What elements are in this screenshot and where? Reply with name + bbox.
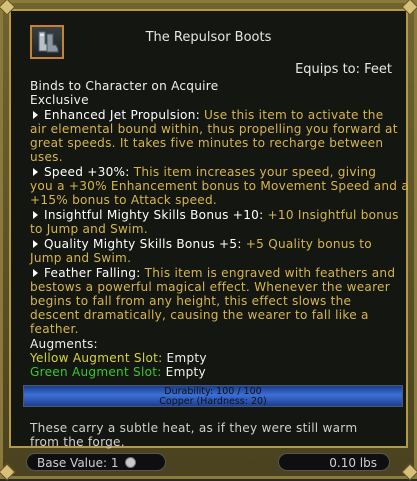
bullet-triangle-icon <box>33 211 38 219</box>
bullet-triangle-icon <box>33 168 38 176</box>
bullet-triangle-icon <box>33 111 38 119</box>
binds-text: Binds to Character on Acquire <box>30 79 219 93</box>
enhancement-insightful-skills: Insightful Mighty Skills Bonus +10: +10 … <box>30 208 399 236</box>
equips-to: Equips to: Feet <box>295 62 392 77</box>
material-text: Copper (Hardness: 20) <box>159 396 267 407</box>
weight-text: 0.10 lbs <box>329 456 377 470</box>
enhancement-feather-falling: Feather Falling: This item is engraved w… <box>30 266 396 336</box>
yellow-augment-slot: Yellow Augment Slot: Empty <box>30 351 207 365</box>
exclusive-text: Exclusive <box>30 93 89 107</box>
green-augment-slot: Green Augment Slot: Empty <box>30 365 206 379</box>
durability-bar: Durability: 100 / 100 Copper (Hardness: … <box>23 385 403 407</box>
flavor-text: These carry a subtle heat, as if they we… <box>30 421 358 449</box>
augments-header: Augments: <box>30 337 98 351</box>
enhancement-quality-skills: Quality Mighty Skills Bonus +5: +5 Quali… <box>30 237 372 265</box>
weight-box: 0.10 lbs <box>278 453 390 471</box>
item-title: The Repulsor Boots <box>145 30 272 45</box>
bullet-triangle-icon <box>33 240 38 248</box>
enhancement-speed: Speed +30%: This item increases your spe… <box>30 165 409 207</box>
base-value-text: Base Value: 1 <box>37 456 119 470</box>
bullet-triangle-icon <box>33 269 38 277</box>
item-properties: Binds to Character on Acquire Exclusive … <box>30 79 410 379</box>
enhancement-jet-propulsion: Enhanced Jet Propulsion: Use this item t… <box>30 108 398 164</box>
tooltip-body: The Repulsor Boots Equips to: Feet Binds… <box>9 9 410 449</box>
tooltip-frame: The Repulsor Boots Equips to: Feet Binds… <box>0 0 417 481</box>
base-value-box: Base Value: 1 <box>26 453 166 471</box>
tooltip-footer: Base Value: 1 0.10 lbs <box>3 448 414 476</box>
coin-icon <box>125 457 137 468</box>
